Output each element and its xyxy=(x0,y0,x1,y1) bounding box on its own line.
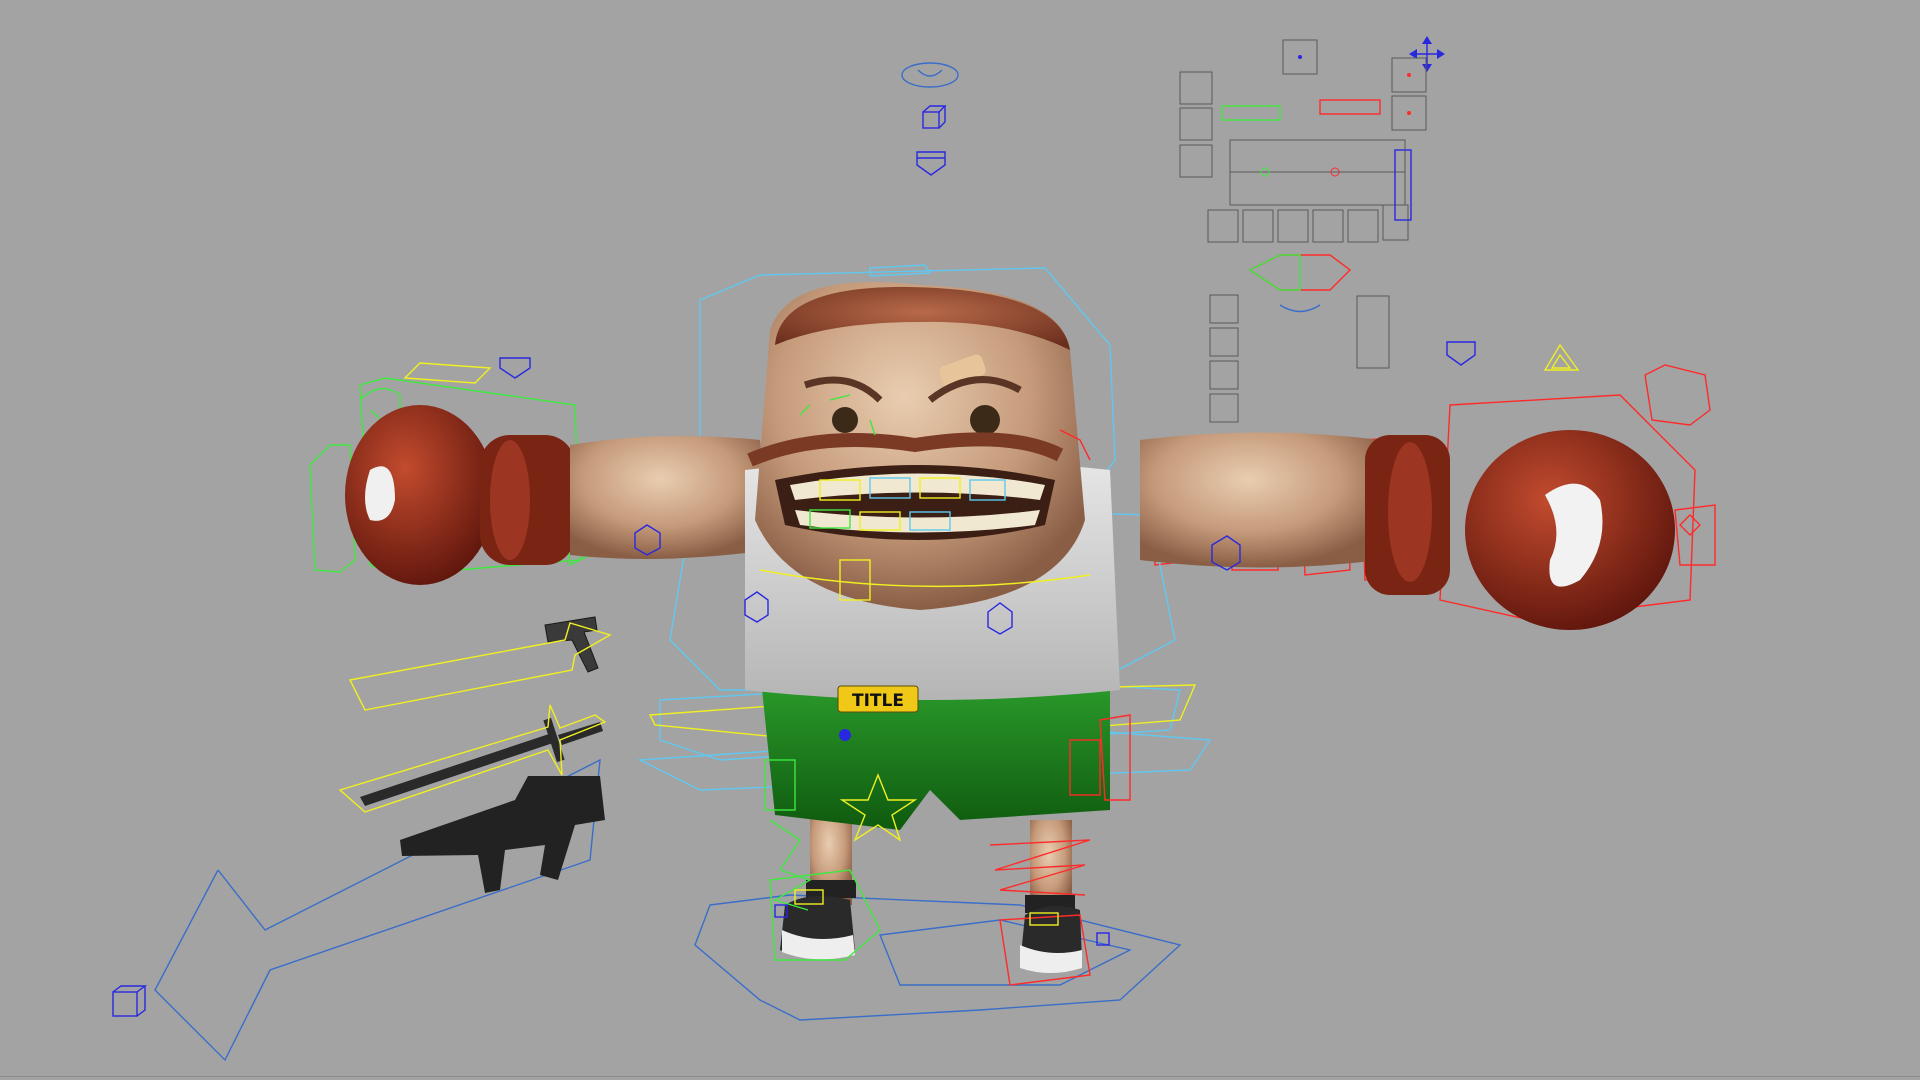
right-arm[interactable] xyxy=(1140,432,1380,568)
scene-canvas[interactable]: TITLE xyxy=(0,0,1920,1080)
pistol-prop[interactable] xyxy=(544,616,599,673)
shield-icon[interactable] xyxy=(916,151,946,176)
viewport-3d[interactable]: TITLE xyxy=(0,0,1920,1080)
head[interactable] xyxy=(747,282,1085,610)
eye-icon[interactable] xyxy=(901,62,959,88)
shield-icon[interactable] xyxy=(499,357,531,379)
shield-icon[interactable] xyxy=(1446,341,1476,366)
left-leg[interactable] xyxy=(806,810,856,905)
left-arm[interactable] xyxy=(570,436,770,559)
viewport-border xyxy=(0,1076,1920,1077)
title-badge-text: TITLE xyxy=(852,691,904,711)
right-glove[interactable] xyxy=(1365,430,1675,630)
triangle-icon[interactable] xyxy=(1543,343,1580,371)
left-shoulder-control[interactable] xyxy=(403,362,492,384)
left-glove[interactable] xyxy=(345,405,575,585)
facial-control-panel[interactable] xyxy=(1179,39,1427,423)
move-arrows-icon[interactable] xyxy=(1409,36,1445,72)
cube-icon[interactable] xyxy=(112,985,148,1017)
rifle-prop[interactable] xyxy=(400,776,605,893)
cube-icon[interactable] xyxy=(922,105,947,129)
title-badge: TITLE xyxy=(837,685,919,713)
